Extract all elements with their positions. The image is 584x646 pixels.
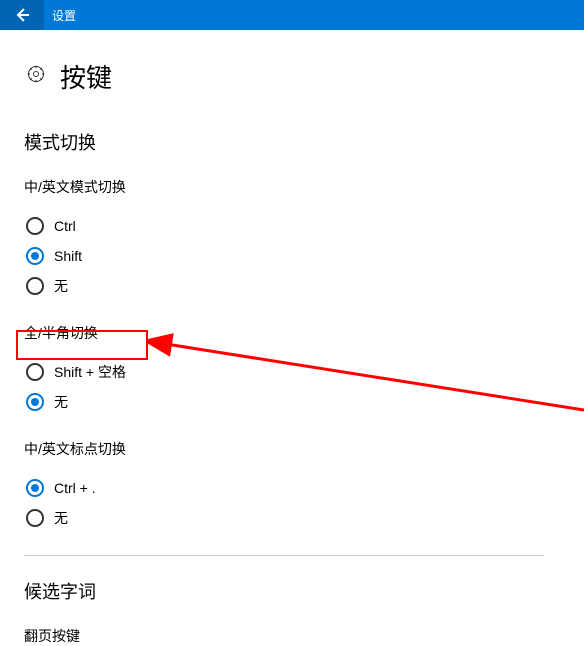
radio-none-fullhalf[interactable]: 无	[24, 387, 560, 417]
radio-label: 无	[54, 508, 68, 528]
radio-circle-icon	[26, 277, 44, 295]
section-mode-switch-title: 模式切换	[24, 129, 560, 155]
section-divider	[24, 555, 544, 556]
radio-none-mode[interactable]: 无	[24, 271, 560, 301]
radio-circle-icon	[26, 247, 44, 265]
group-label-page-key: 翻页按键	[24, 626, 560, 646]
radio-shift-space[interactable]: Shift + 空格	[24, 357, 560, 387]
radio-group-cn-en-punct: Ctrl + . 无	[24, 473, 560, 533]
window-title: 设置	[44, 7, 76, 24]
radio-group-full-half: Shift + 空格 无	[24, 357, 560, 417]
group-label-full-half: 全/半角切换	[24, 323, 560, 343]
radio-label: Shift	[54, 248, 82, 264]
titlebar: 设置	[0, 0, 584, 30]
radio-label: Ctrl + .	[54, 480, 96, 496]
page-title: 按键	[60, 58, 112, 95]
section-candidate-title: 候选字词	[24, 578, 560, 604]
radio-label: 无	[54, 276, 68, 296]
radio-group-cn-en-mode: Ctrl Shift 无	[24, 211, 560, 301]
radio-ctrl[interactable]: Ctrl	[24, 211, 560, 241]
radio-circle-icon	[26, 509, 44, 527]
radio-label: Ctrl	[54, 218, 76, 234]
gear-icon	[26, 64, 46, 89]
radio-circle-icon	[26, 393, 44, 411]
group-label-cn-en-mode: 中/英文模式切换	[24, 177, 560, 197]
back-button[interactable]	[0, 0, 44, 30]
radio-circle-icon	[26, 363, 44, 381]
radio-shift[interactable]: Shift	[24, 241, 560, 271]
content-area: 按键 模式切换 中/英文模式切换 Ctrl Shift 无 全/半角切换 Shi…	[0, 30, 584, 646]
arrow-left-icon	[13, 6, 31, 24]
radio-ctrl-dot[interactable]: Ctrl + .	[24, 473, 560, 503]
page-header: 按键	[24, 58, 560, 95]
radio-circle-icon	[26, 217, 44, 235]
radio-label: Shift + 空格	[54, 362, 126, 382]
radio-circle-icon	[26, 479, 44, 497]
radio-none-punct[interactable]: 无	[24, 503, 560, 533]
radio-label: 无	[54, 392, 68, 412]
group-label-cn-en-punct: 中/英文标点切换	[24, 439, 560, 459]
